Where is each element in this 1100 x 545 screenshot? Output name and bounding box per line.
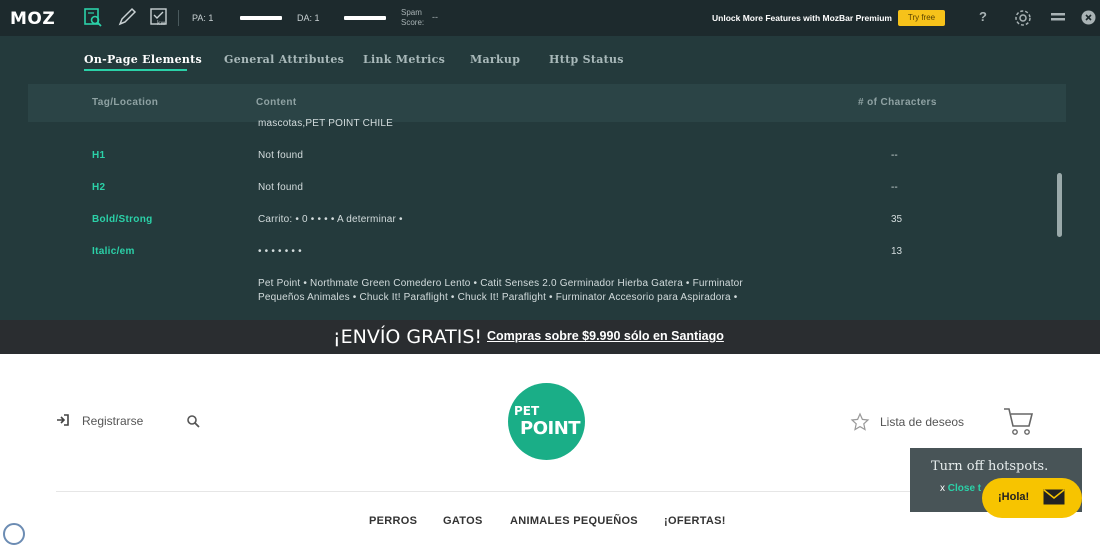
banner-title: ¡ENVÍO GRATIS! (333, 326, 482, 348)
row-count-italic: 13 (891, 246, 903, 257)
tab-http-status[interactable]: Http Status (549, 53, 624, 66)
on-page-elements-panel: On-Page Elements General Attributes Link… (0, 36, 1100, 320)
moz-logo: MOZ (10, 9, 56, 29)
column-header-content: Content (256, 97, 297, 108)
alt-text-line-2: Pequeños Animales • Chuck It! Paraflight… (258, 292, 738, 303)
row-content-h2: Not found (258, 182, 304, 193)
hotspot-close[interactable]: x Close t (940, 483, 981, 494)
wishlist-link[interactable]: Lista de deseos (880, 415, 964, 429)
unlock-premium-text: Unlock More Features with MozBar Premium (712, 13, 892, 23)
header-divider (56, 491, 1056, 492)
keyword-icon[interactable]: kw (148, 6, 170, 28)
help-icon[interactable]: ? (975, 9, 991, 27)
logo-text-point: POINT (520, 418, 581, 439)
envelope-icon[interactable] (1043, 489, 1065, 505)
star-icon[interactable] (850, 412, 870, 432)
close-icon[interactable] (1081, 10, 1096, 25)
nav-item-perros[interactable]: PERROS (369, 515, 417, 527)
nav-item-animales-pequenos[interactable]: ANIMALES PEQUEÑOS (510, 515, 638, 527)
table-header: Tag/Location Content # of Characters (28, 84, 1066, 122)
row-tag-h1: H1 (92, 150, 106, 161)
sign-in-icon[interactable] (56, 413, 70, 427)
row-count-h1: -- (891, 150, 898, 161)
row-content-italic: • • • • • • • (258, 246, 302, 257)
spam-label-line1: Spam (401, 8, 422, 17)
row-count-bold: 35 (891, 214, 903, 225)
overflow-content-line: mascotas,PET POINT CHILE (258, 118, 394, 129)
cart-icon[interactable] (1002, 405, 1034, 437)
active-tab-indicator (84, 69, 187, 71)
spam-label-line2: Score: (401, 18, 425, 27)
row-count-h2: -- (891, 182, 898, 193)
row-tag-h2: H2 (92, 182, 106, 193)
free-shipping-banner: ¡ENVÍO GRATIS! Compras sobre $9.990 sólo… (0, 320, 1100, 354)
mozbar-toolbar: MOZ kw PA: 1 DA: 1 Spam Score: -- Unlock… (0, 0, 1100, 36)
row-tag-italic: Italic/em (92, 246, 135, 257)
row-content-h1: Not found (258, 150, 304, 161)
tab-general-attributes[interactable]: General Attributes (224, 53, 344, 66)
register-link[interactable]: Registrarse (82, 414, 143, 428)
da-bar (344, 16, 386, 20)
minimize-icon[interactable] (1050, 10, 1066, 24)
pa-bar (240, 16, 282, 20)
tab-link-metrics[interactable]: Link Metrics (363, 53, 445, 66)
tab-on-page-elements[interactable]: On-Page Elements (84, 53, 202, 66)
try-free-button[interactable]: Try free (898, 10, 945, 26)
hotspot-title: Turn off hotspots. (931, 459, 1049, 474)
nav-item-gatos[interactable]: GATOS (443, 515, 483, 527)
hotspot-close-link[interactable]: Close t (948, 483, 981, 494)
hotspot-close-x[interactable]: x (940, 483, 945, 494)
alt-text-line-1: Pet Point • Northmate Green Comedero Len… (258, 278, 743, 289)
tab-markup[interactable]: Markup (470, 53, 520, 66)
row-tag-bold: Bold/Strong (92, 214, 153, 225)
da-label: DA: 1 (297, 13, 320, 23)
accessibility-icon[interactable] (3, 523, 25, 545)
svg-text:kw: kw (157, 20, 165, 27)
logo-text-pet: PET (514, 404, 540, 418)
column-header-characters: # of Characters (858, 97, 937, 108)
pa-label: PA: 1 (192, 13, 214, 23)
spam-score-value: -- (432, 12, 438, 22)
banner-link[interactable]: Compras sobre $9.990 sólo en Santiago (487, 329, 724, 343)
chat-label[interactable]: ¡Hola! (998, 491, 1029, 503)
spam-score-label: Spam Score: (401, 8, 424, 28)
chat-button[interactable] (982, 478, 1082, 518)
page-analysis-icon[interactable] (82, 6, 104, 28)
column-header-tag: Tag/Location (92, 97, 159, 108)
gear-icon[interactable] (1013, 8, 1033, 28)
row-content-bold: Carrito: • 0 • • • • A determinar • (258, 214, 403, 225)
highlight-pencil-icon[interactable] (116, 6, 138, 28)
nav-item-ofertas[interactable]: ¡OFERTAS! (664, 515, 726, 527)
search-icon[interactable] (186, 414, 200, 428)
toolbar-divider (178, 10, 179, 26)
panel-scrollbar[interactable] (1057, 173, 1062, 237)
